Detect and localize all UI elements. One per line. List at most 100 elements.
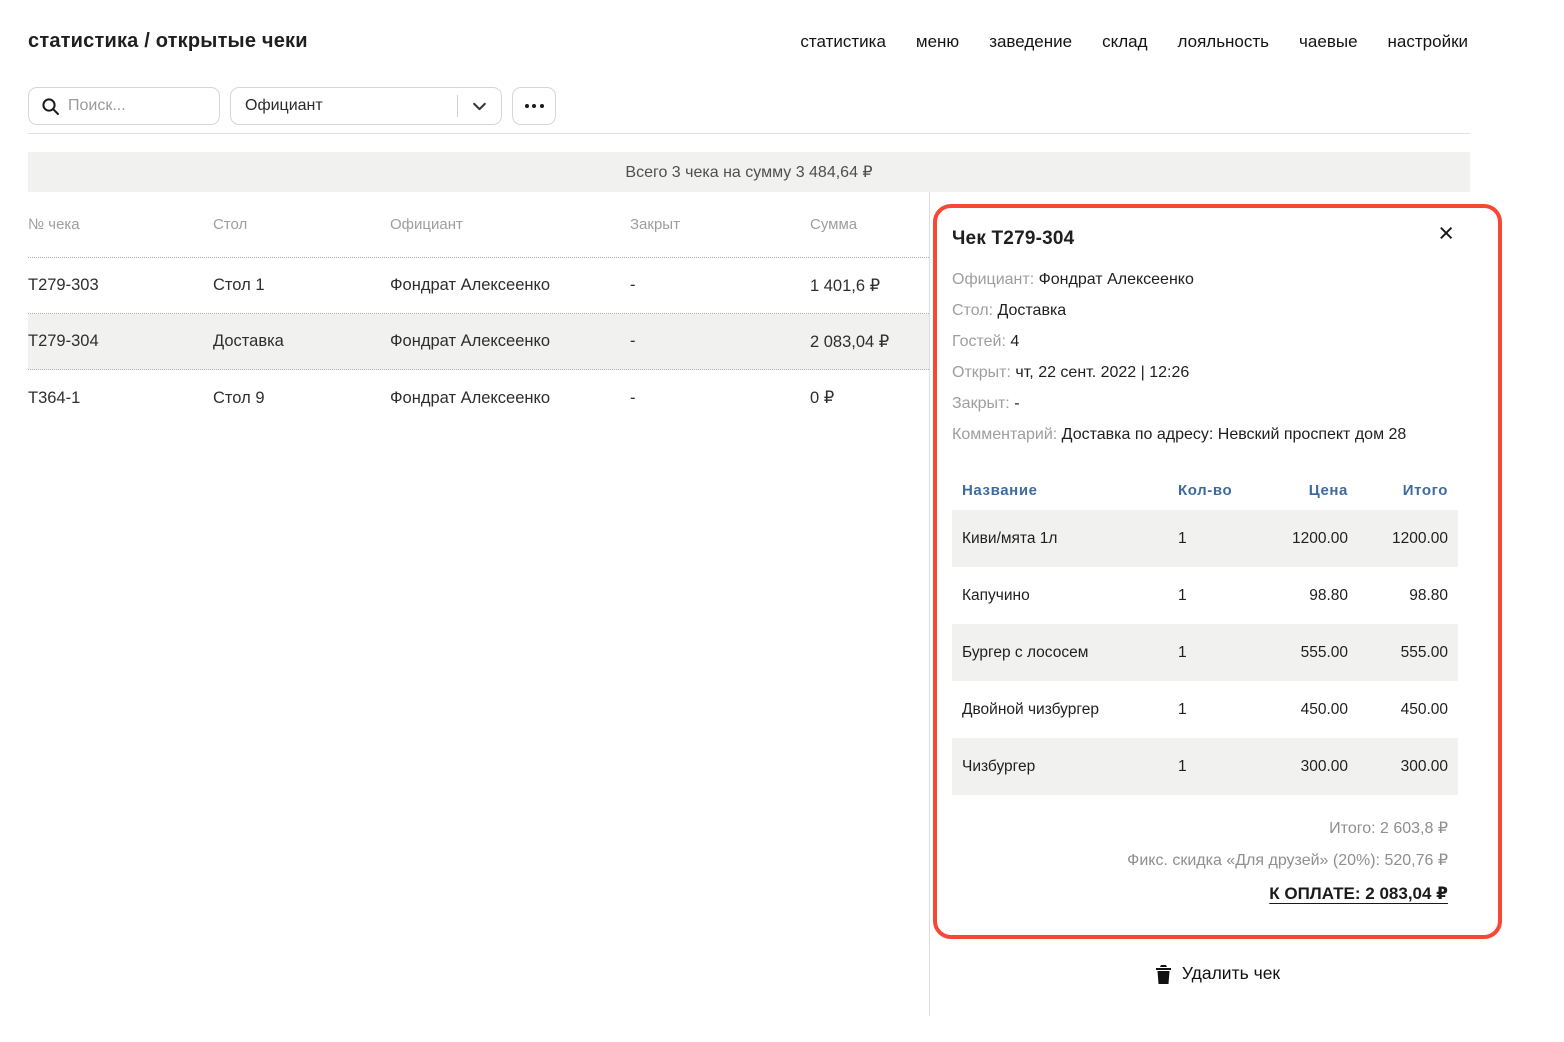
items-header: Название Кол-во Цена Итого bbox=[952, 470, 1458, 510]
cell-receipt-number: T364-1 bbox=[28, 389, 213, 408]
field-label: Стол: bbox=[952, 302, 993, 319]
trash-icon bbox=[1155, 964, 1172, 984]
more-options-button[interactable] bbox=[512, 87, 556, 125]
ellipsis-icon bbox=[525, 104, 544, 108]
field-value: Доставка по адресу: Невский проспект дом… bbox=[1062, 426, 1407, 443]
field-waiter: Официант: Фондрат Алексеенко bbox=[952, 264, 1458, 295]
cell-table: Стол 9 bbox=[213, 389, 390, 408]
receipt-detail-panel: × Чек T279-304 Официант: Фондрат Алексее… bbox=[933, 204, 1502, 939]
item-qty: 1 bbox=[1178, 701, 1248, 719]
item-name: Бургер с лососем bbox=[962, 644, 1178, 662]
item-total: 1200.00 bbox=[1348, 530, 1448, 548]
table-row[interactable]: T279-303 Стол 1 Фондрат Алексеенко - 1 4… bbox=[28, 258, 929, 314]
cell-sum: 1 401,6 ₽ bbox=[810, 276, 929, 296]
items-col-total: Итого bbox=[1348, 482, 1448, 499]
top-bar: статистика / открытые чеки статистика ме… bbox=[0, 0, 1564, 53]
field-label: Закрыт: bbox=[952, 395, 1010, 412]
table-row[interactable]: T364-1 Стол 9 Фондрат Алексеенко - 0 ₽ bbox=[28, 370, 929, 426]
items-col-name: Название bbox=[962, 482, 1178, 499]
delete-receipt-button[interactable]: Удалить чек bbox=[1155, 963, 1280, 984]
nav-tips[interactable]: чаевые bbox=[1299, 32, 1357, 52]
delete-receipt-label: Удалить чек bbox=[1182, 963, 1280, 984]
cell-receipt-number: T279-304 bbox=[28, 332, 213, 351]
nav-statistics[interactable]: статистика bbox=[800, 32, 886, 52]
list-item: Киви/мята 1л 1 1200.00 1200.00 bbox=[952, 510, 1458, 567]
totals-summary-text: Всего 3 чека на сумму 3 484,64 ₽ bbox=[625, 162, 872, 182]
chevron-down-icon bbox=[458, 98, 501, 115]
list-item: Капучино 1 98.80 98.80 bbox=[952, 567, 1458, 624]
field-closed: Закрыт: - bbox=[952, 388, 1458, 419]
field-guests: Гостей: 4 bbox=[952, 326, 1458, 357]
cell-closed: - bbox=[630, 389, 810, 408]
col-waiter: Официант bbox=[390, 216, 630, 233]
field-value: Фондрат Алексеенко bbox=[1039, 271, 1194, 288]
to-pay-line: К ОПЛАТЕ: 2 083,04 ₽ bbox=[952, 877, 1448, 911]
item-name: Двойной чизбургер bbox=[962, 701, 1178, 719]
field-comment: Комментарий: Доставка по адресу: Невский… bbox=[952, 419, 1458, 452]
nav-stock[interactable]: склад bbox=[1102, 32, 1147, 52]
search-input[interactable] bbox=[68, 97, 209, 115]
item-total: 98.80 bbox=[1348, 587, 1448, 605]
receipt-title: Чек T279-304 bbox=[952, 228, 1458, 250]
list-item: Двойной чизбургер 1 450.00 450.00 bbox=[952, 681, 1458, 738]
list-item: Чизбургер 1 300.00 300.00 bbox=[952, 738, 1458, 795]
waiter-filter-select[interactable]: Официант bbox=[230, 87, 502, 125]
search-box[interactable] bbox=[28, 87, 220, 125]
field-opened: Открыт: чт, 22 сент. 2022 | 12:26 bbox=[952, 357, 1458, 388]
item-qty: 1 bbox=[1178, 587, 1248, 605]
item-price: 98.80 bbox=[1248, 587, 1348, 605]
cell-closed: - bbox=[630, 276, 810, 295]
nav-venue[interactable]: заведение bbox=[989, 32, 1072, 52]
item-qty: 1 bbox=[1178, 530, 1248, 548]
receipt-totals: Итого: 2 603,8 ₽ Фикс. скидка «Для друзе… bbox=[952, 813, 1458, 911]
item-price: 555.00 bbox=[1248, 644, 1348, 662]
item-name: Чизбургер bbox=[962, 758, 1178, 776]
nav-settings[interactable]: настройки bbox=[1388, 32, 1468, 52]
cell-waiter: Фондрат Алексеенко bbox=[390, 389, 630, 408]
field-value: 4 bbox=[1010, 333, 1019, 350]
item-price: 1200.00 bbox=[1248, 530, 1348, 548]
items-col-qty: Кол-во bbox=[1178, 482, 1248, 499]
field-label: Гостей: bbox=[952, 333, 1006, 350]
search-icon bbox=[41, 97, 60, 116]
table-row-selected[interactable]: T279-304 Доставка Фондрат Алексеенко - 2… bbox=[28, 314, 929, 370]
close-icon[interactable]: × bbox=[1438, 220, 1454, 247]
cell-waiter: Фондрат Алексеенко bbox=[390, 276, 630, 295]
item-name: Капучино bbox=[962, 587, 1178, 605]
col-sum: Сумма bbox=[810, 216, 929, 233]
col-table: Стол bbox=[213, 216, 390, 233]
cell-table: Доставка bbox=[213, 332, 390, 351]
cell-sum: 0 ₽ bbox=[810, 388, 929, 408]
cell-receipt-number: T279-303 bbox=[28, 276, 213, 295]
field-label: Открыт: bbox=[952, 364, 1011, 381]
cell-sum: 2 083,04 ₽ bbox=[810, 332, 929, 352]
cell-table: Стол 1 bbox=[213, 276, 390, 295]
item-total: 300.00 bbox=[1348, 758, 1448, 776]
delete-row: Удалить чек bbox=[933, 963, 1502, 984]
field-value: - bbox=[1014, 395, 1019, 412]
item-total: 450.00 bbox=[1348, 701, 1448, 719]
page-title: статистика / открытые чеки bbox=[28, 30, 308, 53]
cell-closed: - bbox=[630, 332, 810, 351]
receipt-detail-column: × Чек T279-304 Официант: Фондрат Алексее… bbox=[929, 192, 1564, 1016]
subtotal-line: Итого: 2 603,8 ₽ bbox=[952, 813, 1448, 845]
nav-menu[interactable]: меню bbox=[916, 32, 959, 52]
item-total: 555.00 bbox=[1348, 644, 1448, 662]
filters-bar: Официант bbox=[28, 87, 1470, 134]
nav-loyalty[interactable]: лояльность bbox=[1178, 32, 1270, 52]
item-price: 300.00 bbox=[1248, 758, 1348, 776]
receipts-table: № чека Стол Официант Закрыт Сумма T279-3… bbox=[0, 192, 929, 1016]
item-qty: 1 bbox=[1178, 758, 1248, 776]
field-value: Доставка bbox=[997, 302, 1066, 319]
col-closed: Закрыт bbox=[630, 216, 810, 233]
totals-summary-bar: Всего 3 чека на сумму 3 484,64 ₽ bbox=[28, 152, 1470, 192]
list-item: Бургер с лососем 1 555.00 555.00 bbox=[952, 624, 1458, 681]
field-label: Комментарий: bbox=[952, 426, 1057, 443]
main-nav: статистика меню заведение склад лояльнос… bbox=[800, 32, 1468, 52]
item-price: 450.00 bbox=[1248, 701, 1348, 719]
col-receipt-number: № чека bbox=[28, 216, 213, 233]
item-name: Киви/мята 1л bbox=[962, 530, 1178, 548]
waiter-filter-label: Официант bbox=[245, 97, 323, 115]
cell-waiter: Фондрат Алексеенко bbox=[390, 332, 630, 351]
field-label: Официант: bbox=[952, 271, 1034, 288]
